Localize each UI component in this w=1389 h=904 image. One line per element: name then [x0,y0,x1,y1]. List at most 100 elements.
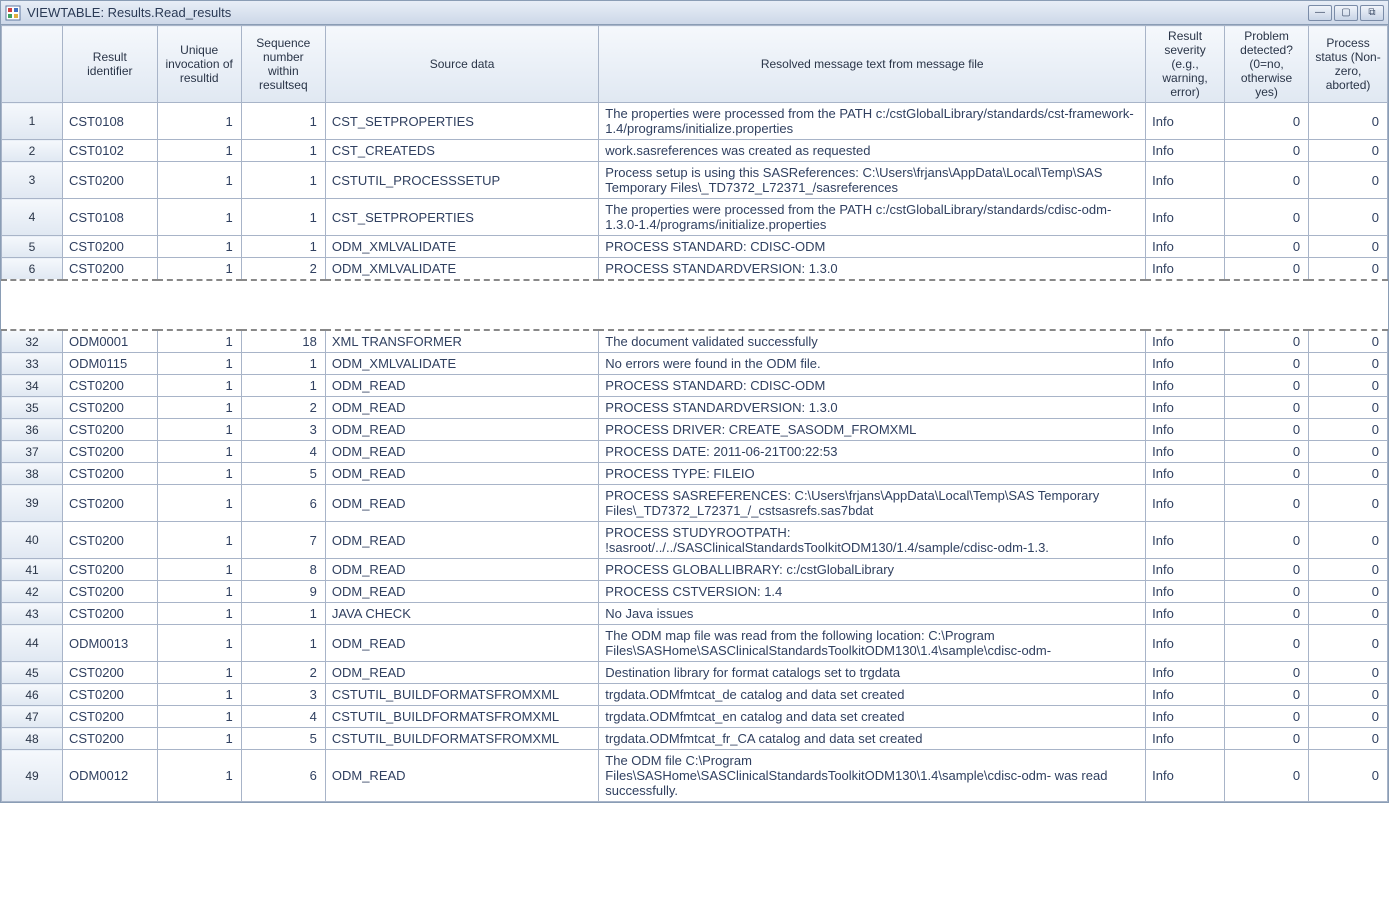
cell-message[interactable]: PROCESS TYPE: FILEIO [599,463,1146,485]
cell-severity[interactable]: Info [1146,140,1225,162]
cell-resultid[interactable]: CST0200 [62,684,157,706]
cell-problem[interactable]: 0 [1224,522,1308,559]
cell-invocation[interactable]: 1 [157,199,241,236]
cell-resultid[interactable]: ODM0001 [62,330,157,353]
cell-message[interactable]: No errors were found in the ODM file. [599,353,1146,375]
cell-message[interactable]: PROCESS STANDARDVERSION: 1.3.0 [599,258,1146,281]
cell-problem[interactable]: 0 [1224,162,1308,199]
cell-status[interactable]: 0 [1309,581,1388,603]
row-number[interactable]: 40 [2,522,63,559]
cell-source[interactable]: XML TRANSFORMER [325,330,598,353]
cell-invocation[interactable]: 1 [157,603,241,625]
cell-sequence[interactable]: 5 [241,728,325,750]
cell-sequence[interactable]: 2 [241,397,325,419]
cell-severity[interactable]: Info [1146,625,1225,662]
cell-sequence[interactable]: 7 [241,522,325,559]
cell-sequence[interactable]: 1 [241,140,325,162]
row-number[interactable]: 46 [2,684,63,706]
cell-status[interactable]: 0 [1309,199,1388,236]
cell-problem[interactable]: 0 [1224,441,1308,463]
cell-problem[interactable]: 0 [1224,103,1308,140]
cell-resultid[interactable]: CST0102 [62,140,157,162]
cell-sequence[interactable]: 1 [241,603,325,625]
cell-source[interactable]: ODM_READ [325,750,598,802]
cell-status[interactable]: 0 [1309,353,1388,375]
cell-status[interactable]: 0 [1309,662,1388,684]
cell-source[interactable]: CSTUTIL_BUILDFORMATSFROMXML [325,728,598,750]
cell-sequence[interactable]: 6 [241,485,325,522]
cell-sequence[interactable]: 5 [241,463,325,485]
cell-severity[interactable]: Info [1146,375,1225,397]
table-row[interactable]: 41CST020018ODM_READPROCESS GLOBALLIBRARY… [2,559,1388,581]
cell-status[interactable]: 0 [1309,463,1388,485]
cell-source[interactable]: ODM_READ [325,522,598,559]
row-number[interactable]: 1 [2,103,63,140]
cell-invocation[interactable]: 1 [157,140,241,162]
cell-status[interactable]: 0 [1309,603,1388,625]
cell-source[interactable]: ODM_READ [325,662,598,684]
cell-message[interactable]: The document validated successfully [599,330,1146,353]
row-number[interactable]: 35 [2,397,63,419]
cell-severity[interactable]: Info [1146,706,1225,728]
cell-source[interactable]: ODM_XMLVALIDATE [325,236,598,258]
cell-invocation[interactable]: 1 [157,258,241,281]
cell-source[interactable]: ODM_READ [325,625,598,662]
cell-severity[interactable]: Info [1146,103,1225,140]
table-row[interactable]: 4CST010811CST_SETPROPERTIESThe propertie… [2,199,1388,236]
cell-severity[interactable]: Info [1146,581,1225,603]
cell-message[interactable]: PROCESS STANDARD: CDISC-ODM [599,236,1146,258]
cell-source[interactable]: ODM_READ [325,581,598,603]
row-number[interactable]: 38 [2,463,63,485]
cell-invocation[interactable]: 1 [157,522,241,559]
cell-message[interactable]: trgdata.ODMfmtcat_en catalog and data se… [599,706,1146,728]
cell-message[interactable]: trgdata.ODMfmtcat_de catalog and data se… [599,684,1146,706]
cell-source[interactable]: JAVA CHECK [325,603,598,625]
row-number[interactable]: 42 [2,581,63,603]
cell-resultid[interactable]: CST0108 [62,103,157,140]
row-number[interactable]: 47 [2,706,63,728]
cell-problem[interactable]: 0 [1224,684,1308,706]
cell-status[interactable]: 0 [1309,397,1388,419]
cell-problem[interactable]: 0 [1224,559,1308,581]
cell-resultid[interactable]: CST0200 [62,441,157,463]
table-row[interactable]: 43CST020011JAVA CHECKNo Java issuesInfo0… [2,603,1388,625]
col-header-sequence[interactable]: Sequence number within resultseq [241,26,325,103]
cell-severity[interactable]: Info [1146,236,1225,258]
cell-severity[interactable]: Info [1146,397,1225,419]
cell-status[interactable]: 0 [1309,236,1388,258]
cell-sequence[interactable]: 1 [241,162,325,199]
cell-sequence[interactable]: 1 [241,625,325,662]
cell-message[interactable]: The ODM map file was read from the follo… [599,625,1146,662]
cell-status[interactable]: 0 [1309,706,1388,728]
cell-invocation[interactable]: 1 [157,330,241,353]
row-number[interactable]: 37 [2,441,63,463]
cell-invocation[interactable]: 1 [157,441,241,463]
cell-problem[interactable]: 0 [1224,485,1308,522]
col-header-severity[interactable]: Result severity (e.g., warning, error) [1146,26,1225,103]
cell-resultid[interactable]: CST0200 [62,236,157,258]
cell-status[interactable]: 0 [1309,375,1388,397]
cell-source[interactable]: CSTUTIL_PROCESSSETUP [325,162,598,199]
cell-message[interactable]: PROCESS DRIVER: CREATE_SASODM_FROMXML [599,419,1146,441]
table-row[interactable]: 32ODM0001118XML TRANSFORMERThe document … [2,330,1388,353]
cell-sequence[interactable]: 1 [241,199,325,236]
cell-severity[interactable]: Info [1146,662,1225,684]
cell-problem[interactable]: 0 [1224,236,1308,258]
row-number[interactable]: 6 [2,258,63,281]
cell-severity[interactable]: Info [1146,162,1225,199]
cell-status[interactable]: 0 [1309,750,1388,802]
cell-message[interactable]: PROCESS CSTVERSION: 1.4 [599,581,1146,603]
cell-message[interactable]: trgdata.ODMfmtcat_fr_CA catalog and data… [599,728,1146,750]
table-row[interactable]: 2CST010211CST_CREATEDSwork.sasreferences… [2,140,1388,162]
cell-resultid[interactable]: CST0200 [62,162,157,199]
cell-problem[interactable]: 0 [1224,750,1308,802]
cell-problem[interactable]: 0 [1224,140,1308,162]
cell-invocation[interactable]: 1 [157,236,241,258]
cell-problem[interactable]: 0 [1224,625,1308,662]
minimize-button[interactable]: — [1308,5,1332,21]
cell-severity[interactable]: Info [1146,353,1225,375]
cell-severity[interactable]: Info [1146,463,1225,485]
row-number[interactable]: 33 [2,353,63,375]
cell-invocation[interactable]: 1 [157,684,241,706]
cell-problem[interactable]: 0 [1224,419,1308,441]
